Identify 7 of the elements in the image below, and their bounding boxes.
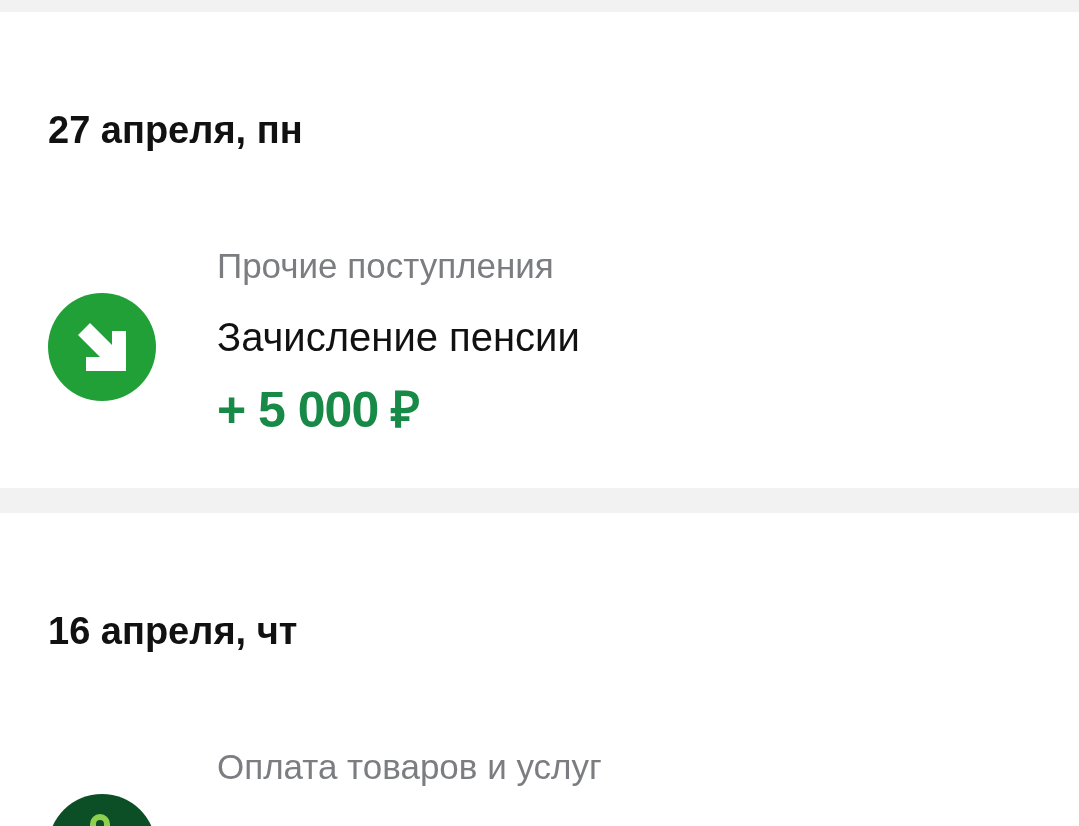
operation-amount: + 5 000 ₽ <box>217 382 421 438</box>
arrow-down-right-icon <box>48 293 156 401</box>
operation-category: Оплата товаров и услуг <box>217 747 602 787</box>
operation-title: Зачисление пенсии <box>217 314 580 360</box>
date-heading: 27 апреля, пн <box>48 108 304 152</box>
date-heading: 16 апреля, чт <box>48 609 299 653</box>
operation-category: Прочие поступления <box>217 246 555 286</box>
